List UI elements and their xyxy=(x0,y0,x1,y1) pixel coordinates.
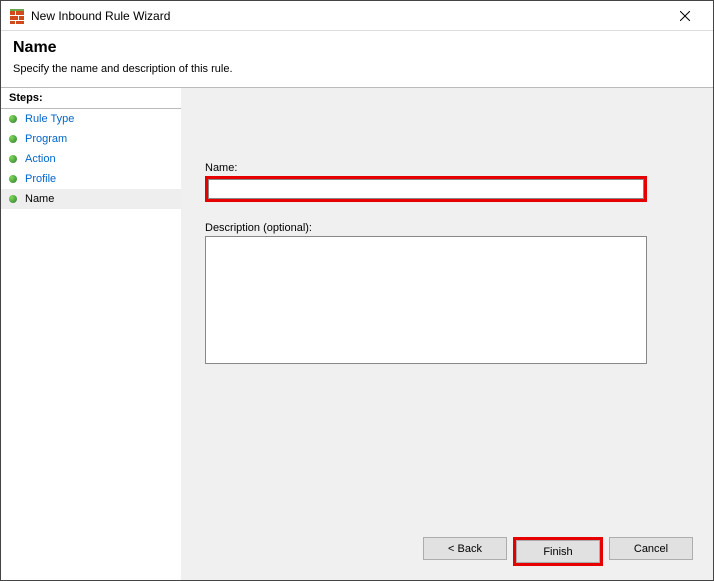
description-label: Description (optional): xyxy=(205,222,689,234)
step-action[interactable]: Action xyxy=(1,149,181,169)
finish-button[interactable]: Finish xyxy=(516,540,600,563)
step-label: Rule Type xyxy=(25,113,74,125)
window-title: New Inbound Rule Wizard xyxy=(31,9,665,23)
bullet-icon xyxy=(9,155,17,163)
step-name[interactable]: Name xyxy=(1,189,181,209)
bullet-icon xyxy=(9,195,17,203)
name-input[interactable] xyxy=(208,179,644,199)
finish-highlight-box: Finish xyxy=(513,537,603,566)
page-subtitle: Specify the name and description of this… xyxy=(13,63,701,75)
step-label: Name xyxy=(25,193,54,205)
step-label: Action xyxy=(25,153,56,165)
button-bar: < Back Finish Cancel xyxy=(423,537,693,566)
step-label: Program xyxy=(25,133,67,145)
step-label: Profile xyxy=(25,173,56,185)
close-button[interactable] xyxy=(665,2,705,30)
bullet-icon xyxy=(9,115,17,123)
steps-header: Steps: xyxy=(1,88,181,109)
bullet-icon xyxy=(9,175,17,183)
firewall-icon xyxy=(9,8,25,24)
bullet-icon xyxy=(9,135,17,143)
page-title: Name xyxy=(13,39,701,57)
wizard-header: Name Specify the name and description of… xyxy=(1,31,713,87)
name-highlight-box xyxy=(205,176,647,202)
description-textarea[interactable] xyxy=(205,236,647,364)
titlebar: New Inbound Rule Wizard xyxy=(1,1,713,31)
cancel-button[interactable]: Cancel xyxy=(609,537,693,560)
step-profile[interactable]: Profile xyxy=(1,169,181,189)
back-button[interactable]: < Back xyxy=(423,537,507,560)
steps-sidebar: Steps: Rule Type Program Action Profile … xyxy=(1,87,181,580)
step-program[interactable]: Program xyxy=(1,129,181,149)
step-rule-type[interactable]: Rule Type xyxy=(1,109,181,129)
main-content: Name: Description (optional): < Back Fin… xyxy=(181,87,713,580)
name-label: Name: xyxy=(205,162,689,174)
